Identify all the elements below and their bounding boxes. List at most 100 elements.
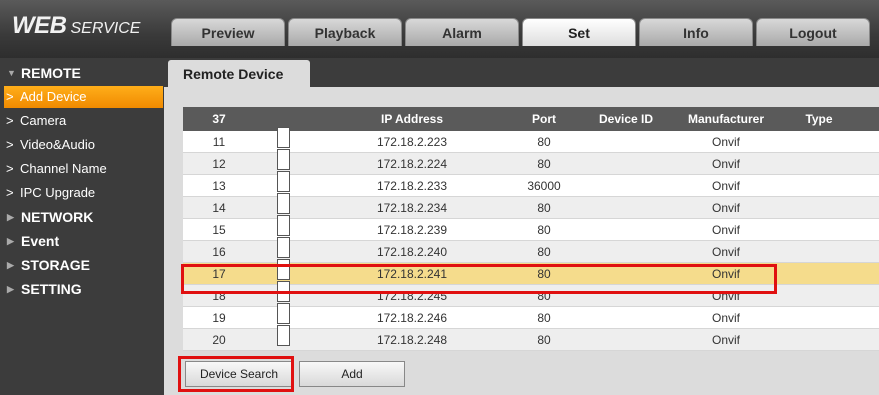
row-ip-address: 172.18.2.245 xyxy=(376,288,448,303)
row-type xyxy=(776,285,862,306)
content-area: 37 IP Address Port Device ID Manufacture… xyxy=(164,87,879,395)
row-device-id xyxy=(576,175,676,196)
sidebar-item-camera[interactable]: > Camera xyxy=(4,110,163,132)
sidebar-item-label: Channel Name xyxy=(20,161,107,176)
logo: WEB SERVICE xyxy=(12,12,140,40)
tab-playback[interactable]: Playback xyxy=(288,18,402,46)
row-port: 80 xyxy=(537,266,551,281)
sidebar-section-event[interactable]: ▶ Event xyxy=(0,230,164,252)
row-port: 80 xyxy=(537,332,551,347)
checkbox[interactable] xyxy=(277,215,290,236)
row-manufacturer: Onvif xyxy=(711,244,740,259)
sidebar-item-add-device[interactable]: > Add Device xyxy=(4,86,163,108)
checkbox[interactable] xyxy=(277,259,290,280)
sidebar-section-label: SETTING xyxy=(21,281,82,297)
row-port: 80 xyxy=(537,200,551,215)
row-device-id xyxy=(576,329,676,350)
checkbox[interactable] xyxy=(277,193,290,214)
chevron-right-icon: > xyxy=(6,161,14,176)
row-device-id xyxy=(576,263,676,284)
sidebar-item-channel-name[interactable]: > Channel Name xyxy=(4,158,163,180)
sidebar-section-network[interactable]: ▶ NETWORK xyxy=(0,206,164,228)
tab-logout[interactable]: Logout xyxy=(756,18,870,46)
chevron-right-icon: > xyxy=(6,185,14,200)
checkbox[interactable] xyxy=(277,127,290,148)
tab-info[interactable]: Info xyxy=(639,18,753,46)
caret-right-icon: ▶ xyxy=(7,284,14,294)
add-button[interactable]: Add xyxy=(299,361,405,387)
row-type xyxy=(776,219,862,240)
main-panel: Remote Device 37 IP Address Port Device … xyxy=(164,58,879,395)
row-type xyxy=(776,241,862,262)
row-manufacturer: Onvif xyxy=(711,222,740,237)
row-device-id xyxy=(576,285,676,306)
caret-down-icon: ▼ xyxy=(7,68,16,78)
sidebar-item-video-audio[interactable]: > Video&Audio xyxy=(4,134,163,156)
row-type xyxy=(776,197,862,218)
sidebar-section-label: Event xyxy=(21,233,60,249)
row-number: 14 xyxy=(212,200,226,215)
row-ip-address: 172.18.2.223 xyxy=(376,134,448,149)
header-bar: WEB SERVICE Preview Playback Alarm Set In… xyxy=(0,0,879,58)
sidebar-item-ipc-upgrade[interactable]: > IPC Upgrade xyxy=(4,182,163,204)
tab-preview[interactable]: Preview xyxy=(171,18,285,46)
row-checkbox[interactable] xyxy=(255,325,312,350)
row-type xyxy=(776,307,862,328)
sidebar-section-storage[interactable]: ▶ STORAGE xyxy=(0,254,164,276)
caret-right-icon: ▶ xyxy=(7,212,14,222)
row-port: 80 xyxy=(537,310,551,325)
row-type xyxy=(776,153,862,174)
row-ip-address: 172.18.2.240 xyxy=(376,244,448,259)
tab-set[interactable]: Set xyxy=(522,18,636,46)
row-ip-address: 172.18.2.248 xyxy=(376,332,448,347)
row-port: 80 xyxy=(537,222,551,237)
row-number: 12 xyxy=(212,156,226,171)
chevron-right-icon: > xyxy=(6,89,14,104)
header-ip-address: IP Address xyxy=(380,112,444,126)
header-count: 37 xyxy=(212,112,226,126)
sidebar-section-label: STORAGE xyxy=(21,257,90,273)
checkbox[interactable] xyxy=(277,149,290,170)
table-row[interactable]: 20 172.18.2.248 80 Onvif xyxy=(183,325,879,351)
sidebar-section-setting[interactable]: ▶ SETTING xyxy=(0,278,164,300)
row-device-id xyxy=(576,241,676,262)
row-number: 13 xyxy=(212,178,226,193)
chevron-right-icon: > xyxy=(6,137,14,152)
page-tab-bar: Remote Device xyxy=(164,58,879,88)
checkbox[interactable] xyxy=(277,325,290,346)
device-search-button[interactable]: Device Search xyxy=(185,361,293,387)
row-device-id xyxy=(576,307,676,328)
row-manufacturer: Onvif xyxy=(711,310,740,325)
row-ip-address: 172.18.2.234 xyxy=(376,200,448,215)
checkbox[interactable] xyxy=(277,281,290,302)
row-number: 18 xyxy=(212,288,226,303)
tab-alarm[interactable]: Alarm xyxy=(405,18,519,46)
row-ip-address: 172.18.2.224 xyxy=(376,156,448,171)
row-number: 16 xyxy=(212,244,226,259)
page-tab-remote-device[interactable]: Remote Device xyxy=(168,60,310,88)
checkbox[interactable] xyxy=(277,171,290,192)
row-type xyxy=(776,131,862,152)
row-ip-address: 172.18.2.246 xyxy=(376,310,448,325)
logo-main: WEB xyxy=(12,12,67,39)
row-type xyxy=(776,263,862,284)
row-port: 80 xyxy=(537,134,551,149)
row-number: 15 xyxy=(212,222,226,237)
row-device-id xyxy=(576,153,676,174)
row-ip-address: 172.18.2.233 xyxy=(376,178,448,193)
row-port: 36000 xyxy=(527,178,561,193)
sidebar-item-label: Video&Audio xyxy=(20,137,95,152)
sidebar-item-label: IPC Upgrade xyxy=(20,185,96,200)
row-device-id xyxy=(576,131,676,152)
row-ip-address: 172.18.2.241 xyxy=(376,266,448,281)
row-device-id xyxy=(576,197,676,218)
checkbox[interactable] xyxy=(277,303,290,324)
row-number: 11 xyxy=(212,134,226,149)
header-type: Type xyxy=(805,112,833,126)
row-number: 19 xyxy=(212,310,226,325)
row-manufacturer: Onvif xyxy=(711,200,740,215)
checkbox[interactable] xyxy=(277,237,290,258)
sidebar-section-remote[interactable]: ▼ REMOTE xyxy=(0,62,164,84)
sidebar-section-label: REMOTE xyxy=(21,65,81,81)
row-ip-address: 172.18.2.239 xyxy=(376,222,448,237)
